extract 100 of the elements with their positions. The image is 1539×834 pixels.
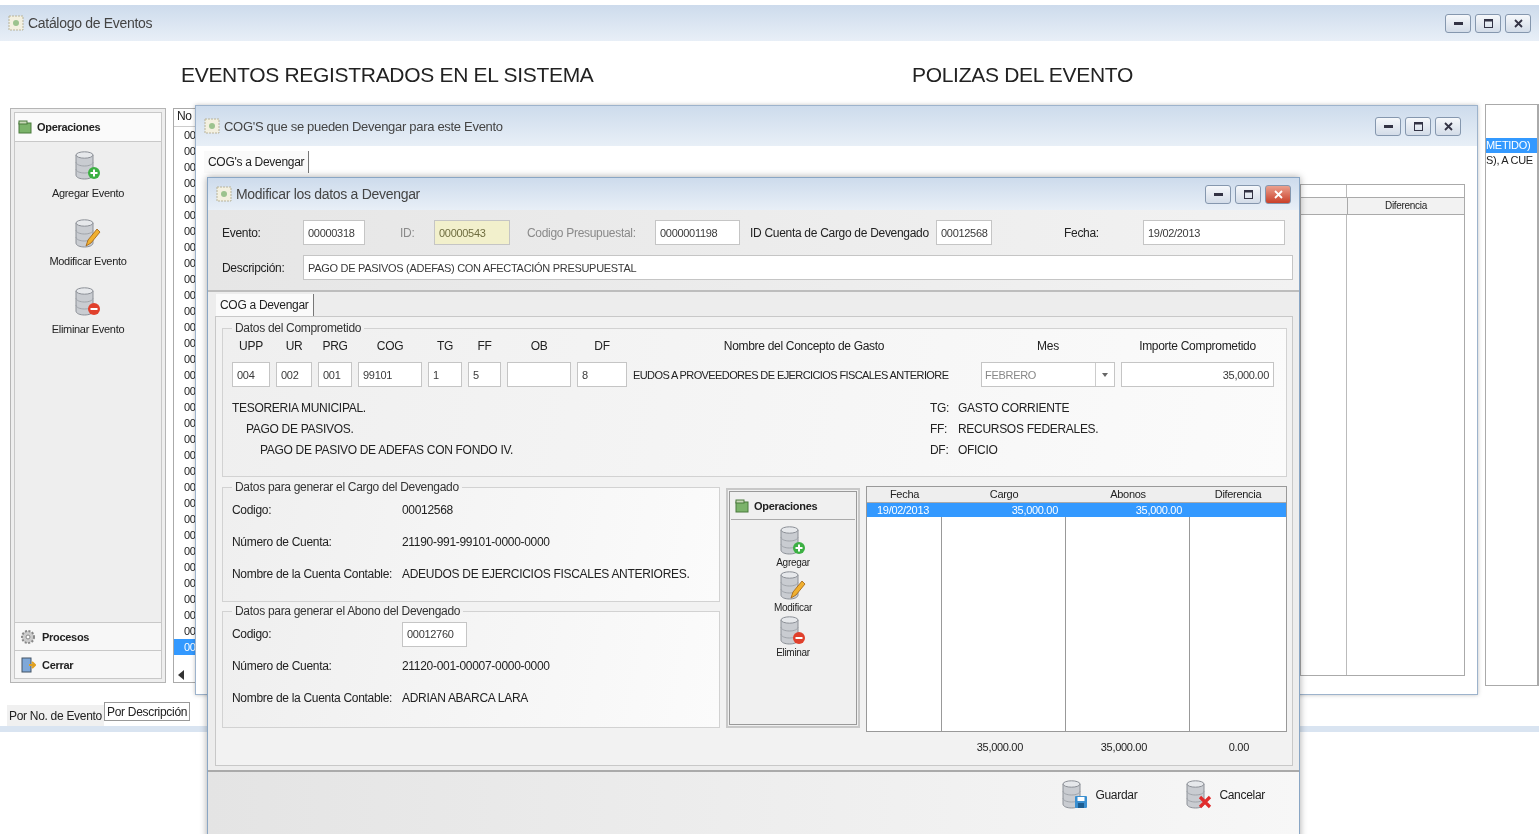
input-field[interactable]: 001 — [318, 362, 352, 387]
input-field[interactable]: 19/02/2013 — [1143, 220, 1285, 245]
tab[interactable]: COG a Devengar — [216, 294, 314, 316]
input-field[interactable]: 002 — [276, 362, 312, 387]
list-row[interactable]: 00 — [174, 239, 196, 255]
field-label: Nombre de la Cuenta Contable: — [232, 691, 394, 705]
list-row[interactable]: 00 — [174, 303, 196, 319]
hierarchy-item: PAGO DE PASIVOS. — [245, 422, 355, 436]
list-row[interactable]: 00 — [174, 207, 196, 223]
column-label: FF — [476, 339, 493, 353]
column-label: UPP — [238, 339, 264, 353]
list-row[interactable]: S), A CUE — [1486, 153, 1537, 168]
tab[interactable]: Por No. de Evento — [7, 705, 104, 726]
operation-button[interactable]: Modificar — [774, 570, 812, 613]
field-label: ID Cuenta de Cargo de Devengado — [750, 225, 930, 240]
field-value: ADRIAN ABARCA LARA — [402, 691, 528, 705]
database-floppy-icon — [1061, 779, 1090, 810]
input-field[interactable]: 00012568 — [936, 220, 992, 245]
sidebar-item[interactable]: Modificar Evento — [49, 218, 127, 278]
operation-button[interactable]: Agregar — [776, 525, 810, 568]
group-title: Datos del Comprometido — [234, 321, 363, 335]
list-row[interactable]: 00 — [174, 255, 196, 271]
save-button[interactable]: Guardar — [1057, 777, 1142, 812]
sidebar-section[interactable]: Cerrar — [14, 651, 162, 679]
maximize-icon — [1243, 189, 1253, 199]
description-field[interactable]: PAGO DE PASIVOS (ADEFAS) CON AFECTACIÓN PRESUPUESTAL — [303, 255, 1293, 280]
column-label: UR — [284, 339, 304, 353]
input-field[interactable]: 004 — [232, 362, 270, 387]
input-field[interactable]: 1 — [428, 362, 462, 387]
cancel-button[interactable]: Cancelar — [1181, 777, 1269, 812]
minimize-button[interactable] — [1375, 116, 1401, 136]
list-row[interactable]: 00 — [174, 191, 196, 207]
field-label: Número de Cuenta: — [232, 535, 333, 549]
class-code: FF: — [930, 422, 949, 436]
list-row[interactable]: 00 — [174, 383, 196, 399]
database-minus-icon — [779, 615, 807, 646]
minimize-icon — [1453, 21, 1463, 25]
sidebar-section[interactable]: Procesos — [14, 623, 162, 651]
group-title: Datos para generar el Abono del Devengado — [234, 604, 462, 618]
class-code: DF: — [930, 443, 950, 457]
amount-field[interactable]: 35,000.00 — [1121, 362, 1274, 387]
list-row[interactable]: 00 — [174, 623, 196, 639]
list-row[interactable]: 00 — [174, 335, 196, 351]
close-button[interactable] — [1435, 116, 1461, 136]
list-row[interactable]: 00 — [174, 527, 196, 543]
list-row[interactable]: 00 — [174, 463, 196, 479]
table-cell-text: 35,000.00 — [1010, 503, 1059, 517]
list-row[interactable]: 00 — [174, 415, 196, 431]
list-row[interactable]: 00 — [174, 479, 196, 495]
scroll-left-icon[interactable] — [177, 670, 185, 680]
tab[interactable]: Por Descripción — [103, 702, 191, 721]
tab[interactable]: COG's a Devengar — [204, 151, 310, 173]
list-row[interactable]: 00 — [174, 367, 196, 383]
sidebar-item[interactable]: Agregar Evento — [51, 150, 125, 210]
list-row[interactable]: 00 — [174, 175, 196, 191]
list-row[interactable]: 00 — [174, 431, 196, 447]
input-field[interactable]: 5 — [468, 362, 501, 387]
list-row[interactable]: 00 — [174, 495, 196, 511]
class-code: TG: — [930, 401, 951, 415]
maximize-button[interactable] — [1235, 184, 1261, 204]
group-title: Datos para generar el Cargo del Devengado — [234, 480, 460, 494]
operation-button[interactable]: Eliminar — [776, 615, 810, 658]
list-row[interactable]: 00 — [174, 287, 196, 303]
list-row[interactable]: 00 — [174, 399, 196, 415]
list-row[interactable]: 00 — [174, 559, 196, 575]
list-row[interactable]: 00 — [174, 127, 196, 143]
list-row[interactable]: 00 — [174, 143, 196, 159]
list-row[interactable]: 00 — [174, 543, 196, 559]
list-row[interactable]: 00 — [174, 271, 196, 287]
minimize-button[interactable] — [1445, 13, 1471, 33]
minimize-button[interactable] — [1205, 184, 1231, 204]
maximize-button[interactable] — [1475, 13, 1501, 33]
input-field[interactable]: 99101 — [358, 362, 422, 387]
close-button[interactable] — [1505, 13, 1531, 33]
field-label: Nombre de la Cuenta Contable: — [232, 567, 394, 581]
input-field[interactable]: 8 — [577, 362, 627, 387]
list-row[interactable]: 00 — [174, 159, 196, 175]
hierarchy-item: PAGO DE PASIVO DE ADEFAS CON FONDO IV. — [259, 443, 515, 457]
sidebar-item[interactable]: Eliminar Evento — [51, 286, 125, 346]
list-row[interactable]: 00 — [174, 575, 196, 591]
hierarchy-item: TESORERIA MUNICIPAL. — [232, 401, 367, 415]
maximize-button[interactable] — [1405, 116, 1431, 136]
database-add-icon — [74, 150, 102, 181]
code-field[interactable]: 00012760 — [402, 621, 467, 647]
close-icon — [1273, 189, 1283, 199]
list-row[interactable]: 00 — [174, 351, 196, 367]
list-row[interactable]: 00 — [174, 511, 196, 527]
app-icon — [204, 118, 220, 134]
list-row[interactable]: 00 — [174, 223, 196, 239]
month-dropdown[interactable]: FEBRERO — [981, 362, 1115, 387]
list-row[interactable]: 00 — [174, 447, 196, 463]
field-value: ADEUDOS DE EJERCICIOS FISCALES ANTERIORES. — [402, 567, 690, 581]
database-minus-icon — [74, 286, 102, 317]
list-row[interactable]: 00 — [174, 591, 196, 607]
minimize-icon — [1383, 124, 1393, 128]
list-row[interactable]: 00 — [174, 319, 196, 335]
input-field[interactable] — [507, 362, 571, 387]
field-value: 21190-991-99101-0000-0000 — [402, 535, 550, 549]
list-row[interactable]: 00 — [174, 607, 196, 623]
input-field[interactable]: 00000318 — [303, 220, 365, 245]
